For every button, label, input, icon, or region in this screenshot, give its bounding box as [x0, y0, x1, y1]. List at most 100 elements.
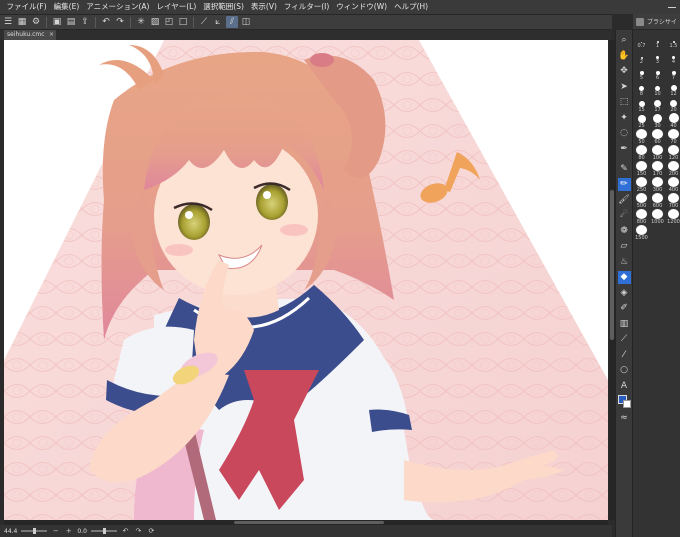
brush-size-option[interactable]: 12	[666, 81, 680, 97]
airbrush-icon[interactable]: ☄	[618, 209, 631, 222]
brush-size-option[interactable]: 600	[650, 193, 665, 209]
figure-icon[interactable]: ✐	[618, 302, 631, 315]
decoration-icon[interactable]: ❁	[618, 225, 631, 238]
brush-size-option[interactable]: 4	[666, 49, 680, 65]
pen-snap-icon[interactable]: ⫽	[226, 16, 238, 28]
brush-size-option[interactable]: 5	[634, 65, 649, 81]
brush-size-option[interactable]: 700	[666, 193, 680, 209]
menu-edit[interactable]: 編集(E)	[50, 0, 83, 14]
hamburger-icon[interactable]: ☰	[2, 16, 14, 28]
reset-rotation-icon[interactable]: ⟳	[147, 527, 156, 535]
ruler-icon[interactable]: ⟋	[618, 333, 631, 346]
frame-icon[interactable]: ▥	[618, 318, 631, 331]
menu-window[interactable]: ウィンドウ(W)	[333, 0, 391, 14]
brush-size-option[interactable]: 30	[650, 113, 665, 129]
auto-select-icon[interactable]: ✦	[618, 112, 631, 125]
export-icon[interactable]: ▤	[65, 16, 77, 28]
brush-size-option[interactable]: 6	[650, 65, 665, 81]
brush-size-option[interactable]: 150	[634, 161, 649, 177]
eyedropper-icon[interactable]: ✒	[618, 143, 631, 156]
transparent-color-icon[interactable]: ≈	[618, 412, 631, 425]
brush-size-option[interactable]: 120	[666, 145, 680, 161]
undo-icon[interactable]: ↶	[100, 16, 112, 28]
brush-size-option[interactable]: 40	[666, 113, 680, 129]
select-icon[interactable]: □	[177, 16, 189, 28]
brush-size-option[interactable]: 100	[650, 145, 665, 161]
brush-size-option[interactable]: 1200	[666, 209, 680, 225]
brush-size-option[interactable]: 70	[666, 129, 680, 145]
zoom-slider[interactable]	[21, 528, 48, 534]
menu-file[interactable]: ファイル(F)	[3, 0, 50, 14]
brush-size-option[interactable]: 50	[634, 129, 649, 145]
brush-size-option[interactable]: 25	[634, 113, 649, 129]
brush-size-option[interactable]: 300	[650, 177, 665, 193]
brush-size-option[interactable]: 1000	[650, 209, 665, 225]
menu-layer[interactable]: レイヤー(L)	[153, 0, 200, 14]
transform-icon[interactable]: ◰	[163, 16, 175, 28]
brush-size-option[interactable]: 7	[666, 65, 680, 81]
sub-color-swatch[interactable]	[622, 400, 631, 408]
object-icon[interactable]: ➤	[618, 81, 631, 94]
minimize-icon[interactable]	[668, 6, 676, 8]
redo-icon[interactable]: ↷	[114, 16, 126, 28]
special-ruler-icon[interactable]: ◫	[240, 16, 252, 28]
brush-size-option[interactable]: 15	[634, 97, 649, 113]
zoom-in-icon[interactable]: +	[64, 527, 73, 535]
menu-animation[interactable]: アニメーション(A)	[83, 0, 153, 14]
brush-size-option[interactable]: 800	[634, 209, 649, 225]
select-icon[interactable]: ⬚	[618, 96, 631, 109]
rotation-slider[interactable]	[90, 528, 117, 534]
menu-selection[interactable]: 選択範囲(S)	[200, 0, 248, 14]
brush-size-option[interactable]: 1.5	[666, 33, 680, 49]
close-icon[interactable]: ×	[49, 30, 54, 40]
rotation-value[interactable]: 0.0	[77, 528, 87, 535]
rotate-left-icon[interactable]: ↶	[121, 527, 130, 535]
pencil-icon[interactable]: ✏	[617, 178, 631, 191]
zoom-value[interactable]: 44.4	[4, 528, 17, 535]
save-icon[interactable]: ▣	[51, 16, 63, 28]
brush-size-option[interactable]: 2	[634, 49, 649, 65]
brush-size-option[interactable]: 1500	[634, 225, 649, 241]
ruler-icon[interactable]: ⟋	[198, 16, 210, 28]
rotate-right-icon[interactable]: ↷	[134, 527, 143, 535]
brush-size-option[interactable]: 500	[634, 193, 649, 209]
brush-size-option[interactable]: 0.7	[634, 33, 649, 49]
color-swatches[interactable]	[617, 395, 631, 409]
brush-size-option[interactable]: 20	[666, 97, 680, 113]
canvas-tab[interactable]: seihuku.cmc ×	[4, 30, 56, 40]
brush-icon[interactable]: 🖌	[618, 194, 631, 207]
gradient-icon[interactable]: ◈	[618, 287, 631, 300]
open-icon[interactable]: ⚙	[30, 16, 42, 28]
hand-icon[interactable]: ✋	[618, 50, 631, 63]
new-icon[interactable]: ▦	[16, 16, 28, 28]
brush-size-option[interactable]: 80	[634, 145, 649, 161]
pen-icon[interactable]: ✎	[618, 163, 631, 176]
menu-filter[interactable]: フィルター(I)	[280, 0, 332, 14]
zoom-out-icon[interactable]: −	[51, 527, 60, 535]
zoom-icon[interactable]: ⌕	[618, 34, 631, 47]
snap-icon[interactable]: ⟀	[212, 16, 224, 28]
menu-help[interactable]: ヘルプ(H)	[391, 0, 432, 14]
move-icon[interactable]: ✥	[618, 65, 631, 78]
fill-icon[interactable]: ◆	[617, 271, 631, 284]
brush-size-option[interactable]: 3	[650, 49, 665, 65]
eraser-icon[interactable]: ▱	[618, 240, 631, 253]
brush-size-option[interactable]: 10	[650, 81, 665, 97]
fill-icon[interactable]: ▨	[149, 16, 161, 28]
clear-icon[interactable]: ✳	[135, 16, 147, 28]
slider-knob[interactable]	[102, 528, 106, 534]
brush-size-option[interactable]: 60	[650, 129, 665, 145]
brush-size-option[interactable]: 1	[650, 33, 665, 49]
canvas-view[interactable]	[4, 40, 608, 520]
upload-icon[interactable]: ⇪	[79, 16, 91, 28]
line-correct-icon[interactable]: ⁄	[618, 349, 631, 362]
brush-size-option[interactable]: 400	[666, 177, 680, 193]
slider-knob[interactable]	[33, 528, 37, 534]
lasso-icon[interactable]: ◌	[618, 127, 631, 140]
scroll-thumb[interactable]	[234, 521, 384, 524]
brush-size-option[interactable]: 250	[634, 177, 649, 193]
text-icon[interactable]: A	[618, 380, 631, 393]
brush-size-option[interactable]: 17	[650, 97, 665, 113]
brush-size-option[interactable]: 8	[634, 81, 649, 97]
scroll-thumb[interactable]	[610, 190, 614, 340]
